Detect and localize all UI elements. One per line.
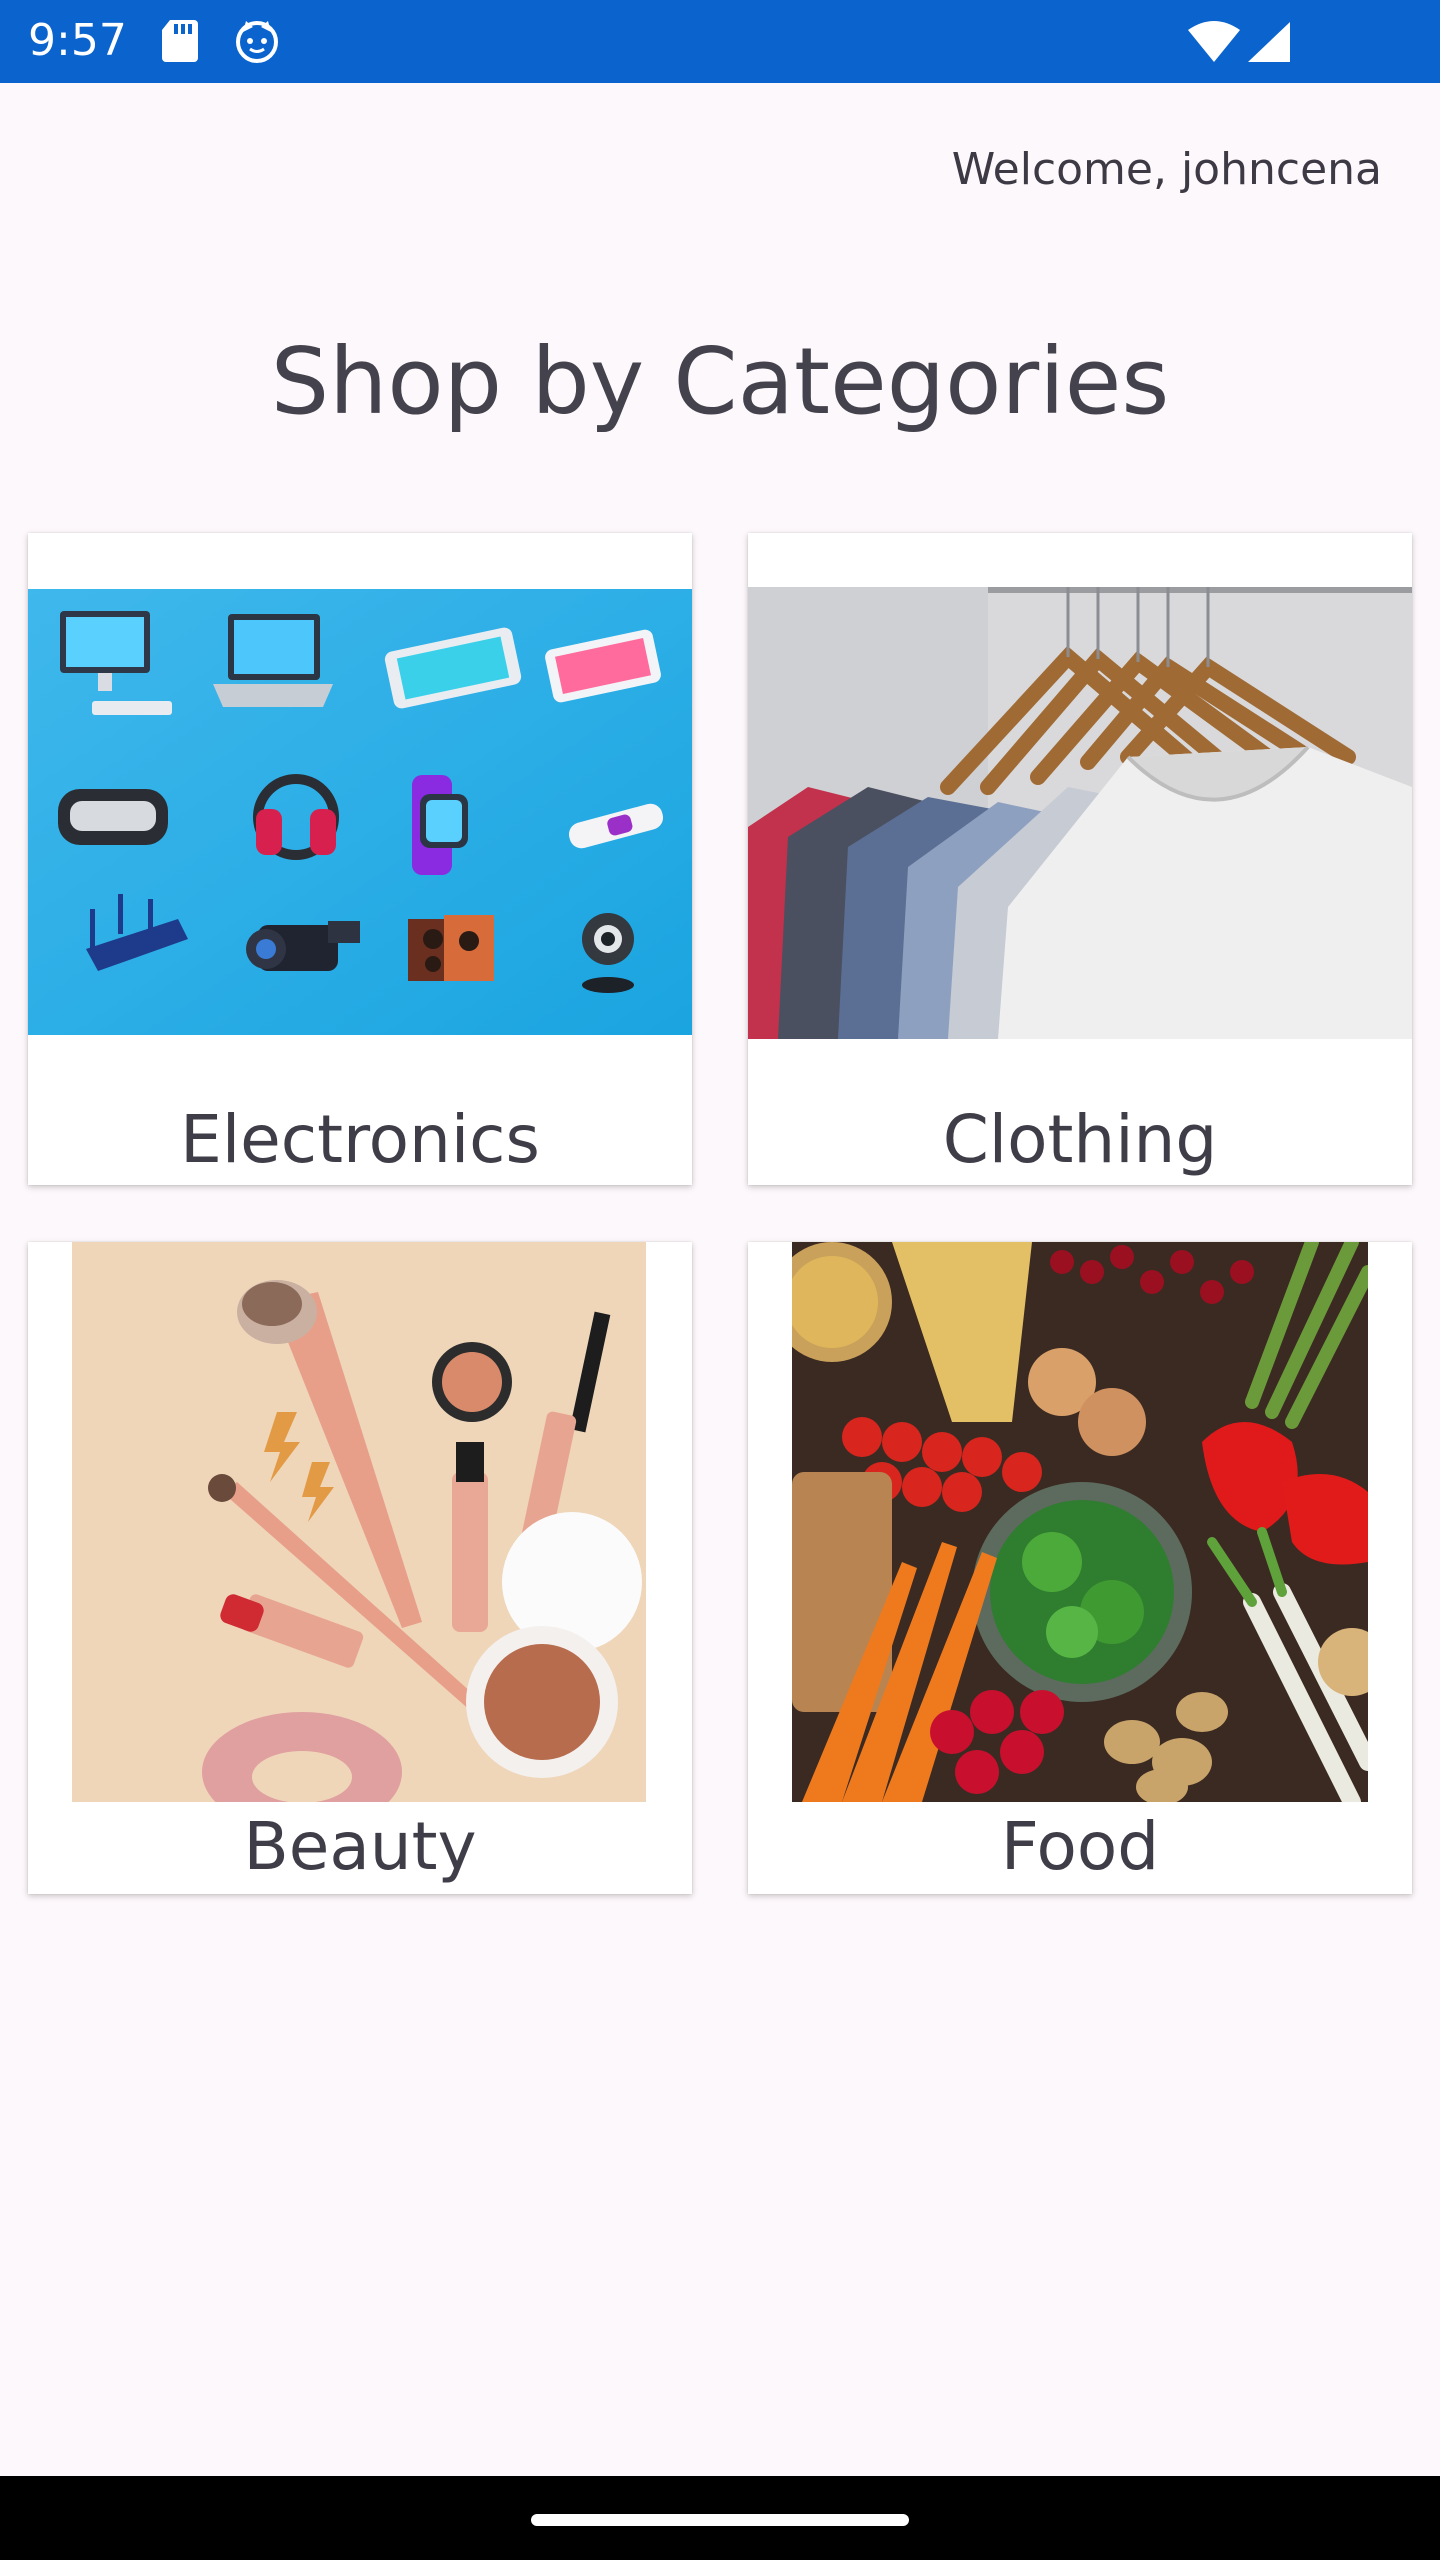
home-gesture-handle[interactable] [531,2514,909,2526]
sd-card-icon [160,18,200,69]
category-label-clothing: Clothing [942,1101,1218,1178]
category-card-electronics[interactable]: Electronics [28,533,692,1185]
welcome-text: Welcome, johncena [951,144,1382,195]
beauty-image [72,1242,646,1802]
category-label-food: Food [1000,1808,1160,1885]
status-time: 9:57 [28,15,127,66]
cell-signal-icon [1246,20,1292,69]
page-title: Shop by Categories [270,328,1170,435]
status-bar: 9:57 [0,0,1440,83]
category-card-food[interactable]: Food [748,1242,1412,1894]
category-label-electronics: Electronics [180,1101,540,1178]
navigation-bar [0,2476,1440,2560]
wifi-icon [1186,20,1242,69]
clothing-image [748,587,1412,1039]
cat-face-icon [234,18,280,69]
category-card-clothing[interactable]: Clothing [748,533,1412,1185]
category-card-beauty[interactable]: Beauty [28,1242,692,1894]
category-label-beauty: Beauty [243,1808,477,1885]
food-image [792,1242,1368,1802]
electronics-image [28,589,692,1035]
